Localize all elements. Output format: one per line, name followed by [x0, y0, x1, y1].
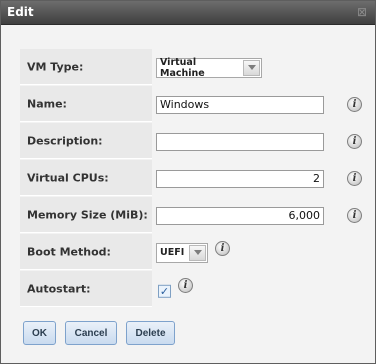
autostart-label-cell: Autostart:	[20, 271, 152, 307]
boot-method-label: Boot Method:	[27, 245, 111, 258]
vm-type-value: Virtual Machine	[160, 56, 205, 79]
description-label: Description:	[27, 134, 103, 147]
close-icon[interactable]: ⊠	[357, 5, 367, 19]
vcpus-row: Virtual CPUs: i	[20, 160, 362, 197]
info-icon[interactable]: i	[347, 134, 362, 149]
autostart-row: Autostart: ✓ i	[20, 271, 337, 308]
vcpus-label: Virtual CPUs:	[27, 171, 109, 184]
delete-button[interactable]: Delete	[126, 321, 175, 345]
cancel-button[interactable]: Cancel	[65, 321, 117, 345]
memory-row: Memory Size (MiB): i	[20, 197, 362, 234]
boot-method-label-cell: Boot Method:	[20, 234, 152, 270]
chevron-down-icon[interactable]	[243, 59, 260, 76]
vm-form: VM Type: Virtual Machine Name: i Descrip…	[20, 49, 362, 308]
vcpus-label-cell: Virtual CPUs:	[20, 160, 152, 196]
edit-dialog: Edit ⊠ VM Type: Virtual Machine Name: i …	[0, 0, 376, 364]
info-icon[interactable]: i	[178, 278, 193, 293]
boot-method-select[interactable]: UEFI	[156, 242, 208, 263]
memory-field[interactable]	[156, 206, 324, 225]
autostart-checkbox[interactable]: ✓	[158, 284, 171, 298]
name-field[interactable]	[156, 95, 324, 114]
memory-label: Memory Size (MiB):	[27, 208, 148, 221]
name-label-cell: Name:	[20, 86, 152, 122]
chevron-down-icon[interactable]	[189, 244, 206, 261]
autostart-label: Autostart:	[27, 282, 91, 295]
info-icon[interactable]: i	[347, 97, 362, 112]
ok-button[interactable]: OK	[23, 321, 56, 345]
description-row: Description: i	[20, 123, 362, 160]
vcpus-field[interactable]	[156, 169, 324, 188]
info-icon[interactable]: i	[347, 208, 362, 223]
boot-method-value: UEFI	[160, 247, 185, 258]
name-row: Name: i	[20, 86, 362, 123]
dialog-title: Edit	[7, 5, 34, 19]
dialog-titlebar[interactable]: Edit ⊠	[1, 1, 375, 25]
vm-type-label: VM Type:	[27, 60, 84, 73]
description-label-cell: Description:	[20, 123, 152, 159]
vm-type-select[interactable]: Virtual Machine	[156, 56, 262, 79]
boot-method-row: Boot Method: UEFI i	[20, 234, 337, 271]
vm-type-label-cell: VM Type:	[20, 49, 152, 85]
description-field[interactable]	[156, 132, 324, 151]
info-icon[interactable]: i	[347, 171, 362, 186]
name-label: Name:	[27, 97, 67, 110]
vm-type-row: VM Type: Virtual Machine	[20, 49, 337, 86]
memory-label-cell: Memory Size (MiB):	[20, 197, 152, 233]
info-icon[interactable]: i	[215, 241, 230, 256]
